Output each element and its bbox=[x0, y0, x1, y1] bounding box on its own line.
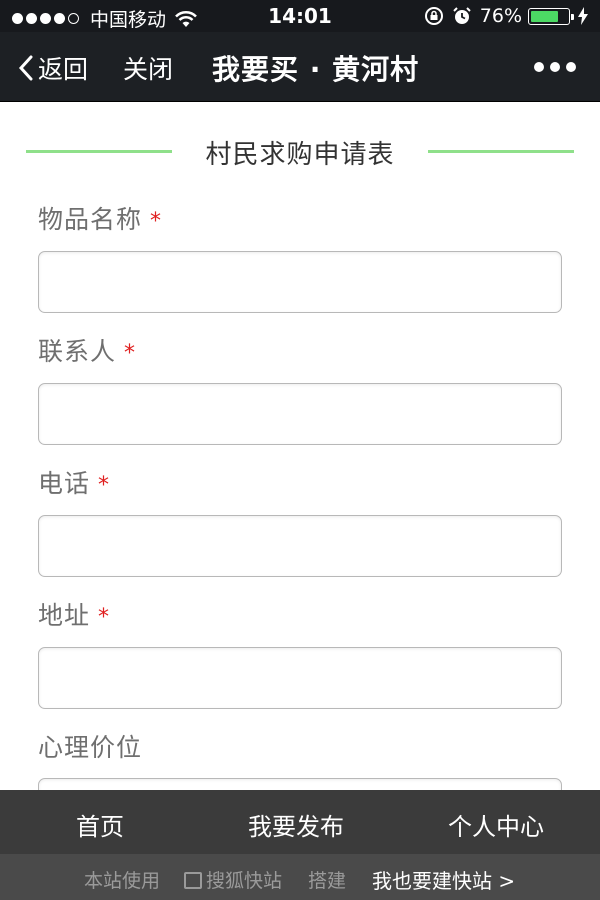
required-mark: * bbox=[98, 605, 111, 630]
nav-publish[interactable]: 我要发布 bbox=[248, 807, 344, 842]
chevron-left-icon bbox=[18, 55, 33, 81]
address-label-text: 地址 bbox=[38, 601, 91, 630]
phone-label-text: 电话 bbox=[38, 469, 91, 498]
phone-input[interactable] bbox=[38, 515, 562, 577]
back-button[interactable]: 返回 bbox=[18, 50, 88, 86]
site-footer: 本站使用 搜狐快站 搭建 我也要建快站 > bbox=[0, 854, 600, 900]
alarm-clock-icon bbox=[453, 7, 471, 24]
required-mark: * bbox=[98, 473, 111, 498]
footer-suffix: 搭建 bbox=[308, 870, 347, 892]
header-divider-right bbox=[428, 150, 574, 153]
status-bar: 中国移动 14:01 76% bbox=[0, 0, 600, 32]
nav-profile[interactable]: 个人中心 bbox=[448, 807, 544, 842]
item-name-label: 物品名称 * bbox=[38, 200, 162, 236]
contact-input[interactable] bbox=[38, 383, 562, 445]
build-site-link[interactable]: 我也要建快站 > bbox=[372, 865, 515, 894]
phone-label: 电话 * bbox=[38, 464, 110, 500]
contact-label-text: 联系人 bbox=[38, 337, 117, 366]
charging-bolt-icon bbox=[578, 7, 588, 25]
status-right: 76% bbox=[424, 5, 588, 27]
item-name-label-text: 物品名称 bbox=[38, 205, 143, 234]
nav-home[interactable]: 首页 bbox=[76, 807, 124, 842]
address-label: 地址 * bbox=[38, 596, 110, 632]
required-mark: * bbox=[150, 209, 163, 234]
back-label: 返回 bbox=[38, 55, 89, 84]
navigation-bar: 返回 关闭 我要买 · 黄河村 bbox=[0, 32, 600, 102]
footer-brand: 搜狐快站 bbox=[184, 866, 282, 893]
bottom-navigation: 首页 我要发布 个人中心 bbox=[0, 790, 600, 854]
battery-icon bbox=[528, 7, 574, 25]
item-name-input[interactable] bbox=[38, 251, 562, 313]
contact-label: 联系人 * bbox=[38, 332, 136, 368]
battery-percent: 76% bbox=[479, 5, 522, 27]
page-title: 我要买 · 黄河村 bbox=[212, 53, 420, 86]
price-label-text: 心理价位 bbox=[38, 733, 143, 762]
form-title: 村民求购申请表 bbox=[205, 140, 395, 170]
footer-prefix: 本站使用 bbox=[84, 870, 161, 892]
required-mark: * bbox=[124, 341, 137, 366]
sohu-kuaizhan-logo-icon bbox=[184, 872, 202, 889]
close-button[interactable]: 关闭 bbox=[123, 50, 173, 86]
header-divider-left bbox=[26, 150, 172, 153]
address-input[interactable] bbox=[38, 647, 562, 709]
orientation-lock-icon bbox=[424, 7, 443, 25]
form-header: 村民求购申请表 bbox=[0, 134, 600, 170]
battery-level bbox=[531, 10, 559, 22]
footer-brand-text: 搜狐快站 bbox=[206, 870, 283, 892]
ellipsis-icon[interactable] bbox=[528, 62, 576, 72]
price-label: 心理价位 bbox=[38, 728, 142, 764]
